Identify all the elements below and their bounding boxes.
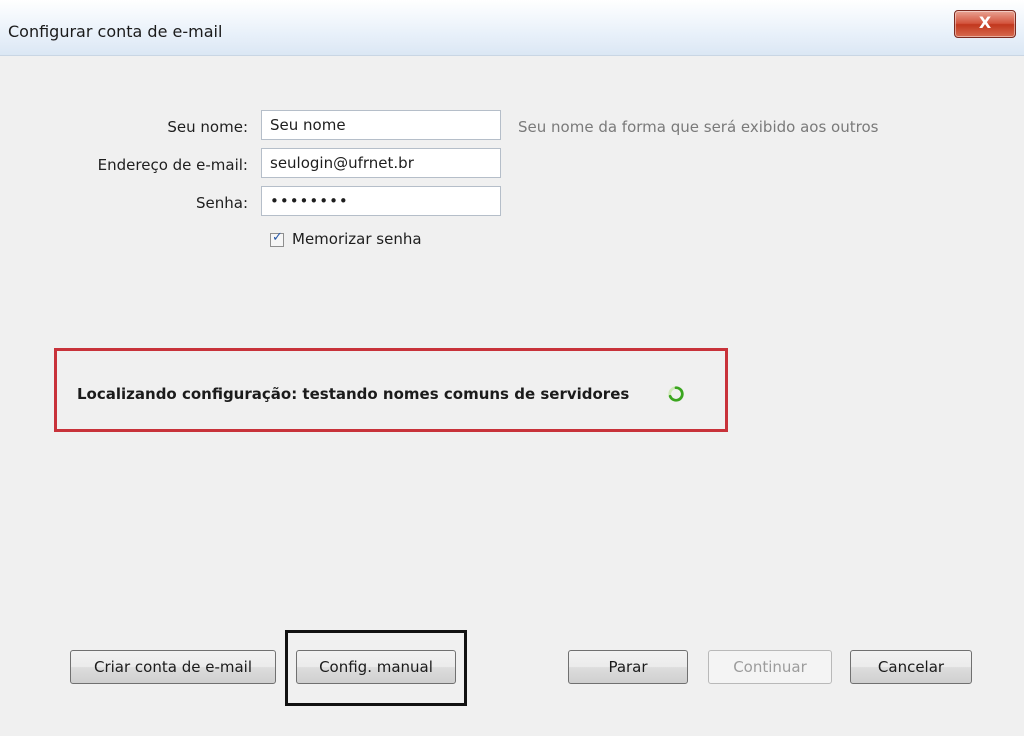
stop-button[interactable]: Parar [568, 650, 688, 684]
close-icon: X [978, 13, 992, 32]
password-field[interactable]: •••••••• [261, 186, 501, 216]
name-label: Seu nome: [167, 118, 248, 136]
cancel-button[interactable]: Cancelar [850, 650, 972, 684]
name-field[interactable]: Seu nome [261, 110, 501, 140]
spinner-icon [668, 386, 684, 402]
name-hint: Seu nome da forma que será exibido aos o… [518, 118, 879, 136]
email-setup-dialog: Configurar conta de e-mail X Seu nome: S… [0, 0, 1024, 736]
remember-password-label[interactable]: Memorizar senha [292, 230, 422, 248]
remember-password-checkbox[interactable]: ✓ [270, 230, 284, 247]
checkmark-icon: ✓ [272, 230, 283, 245]
email-label: Endereço de e-mail: [97, 156, 248, 174]
continue-button[interactable]: Continuar [708, 650, 832, 684]
close-button[interactable]: X [954, 10, 1016, 38]
password-label: Senha: [195, 194, 248, 212]
window-title: Configurar conta de e-mail [8, 22, 223, 41]
create-account-button[interactable]: Criar conta de e-mail [70, 650, 276, 684]
manual-config-button[interactable]: Config. manual [296, 650, 456, 684]
status-highlight: Localizando configuração: testando nomes… [54, 348, 728, 432]
status-message: Localizando configuração: testando nomes… [77, 385, 630, 403]
title-bar[interactable]: Configurar conta de e-mail X [0, 0, 1024, 56]
dialog-content: Seu nome: Seu nome Seu nome da forma que… [8, 56, 1016, 728]
email-field[interactable]: seulogin@ufrnet.br [261, 148, 501, 178]
